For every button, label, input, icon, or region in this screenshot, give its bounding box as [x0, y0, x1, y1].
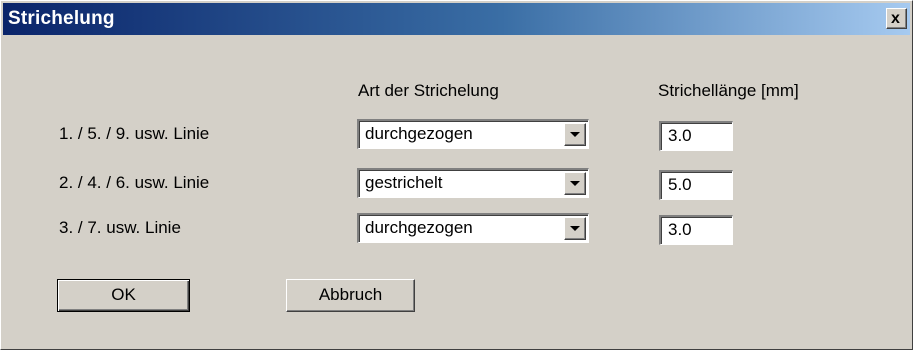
dash-length-input-1[interactable]: 3.0 [659, 121, 733, 151]
dropdown-button-1[interactable] [564, 123, 586, 146]
close-button[interactable]: x [886, 8, 907, 29]
chevron-down-icon [570, 226, 580, 231]
chevron-down-icon [570, 181, 580, 186]
dash-style-select-3[interactable]: durchgezogen [357, 213, 589, 243]
dash-style-value-2: gestrichelt [365, 173, 443, 192]
chevron-down-icon [570, 132, 580, 137]
row-label-1: 1. / 5. / 9. usw. Linie [59, 124, 210, 143]
length-column-header: Strichellänge [mm] [658, 81, 799, 100]
ok-button[interactable]: OK [57, 279, 190, 312]
close-icon: x [891, 10, 900, 27]
dialog-window: Strichelung x Art der Strichelung Strich… [0, 0, 913, 350]
row-label-2: 2. / 4. / 6. usw. Linie [59, 173, 210, 192]
dash-style-value-3: durchgezogen [365, 218, 473, 237]
dialog-title: Strichelung [8, 8, 115, 29]
dash-length-input-2[interactable]: 5.0 [659, 170, 733, 200]
dash-style-select-1[interactable]: durchgezogen [357, 119, 589, 149]
dash-length-input-3[interactable]: 3.0 [659, 215, 733, 245]
cancel-button[interactable]: Abbruch [286, 279, 415, 312]
dash-style-value-1: durchgezogen [365, 124, 473, 143]
dropdown-button-2[interactable] [564, 172, 586, 195]
style-column-header: Art der Strichelung [358, 81, 499, 100]
dash-style-select-2[interactable]: gestrichelt [357, 168, 589, 198]
title-bar[interactable]: Strichelung x [3, 3, 910, 35]
dropdown-button-3[interactable] [564, 217, 586, 240]
row-label-3: 3. / 7. usw. Linie [59, 218, 181, 237]
